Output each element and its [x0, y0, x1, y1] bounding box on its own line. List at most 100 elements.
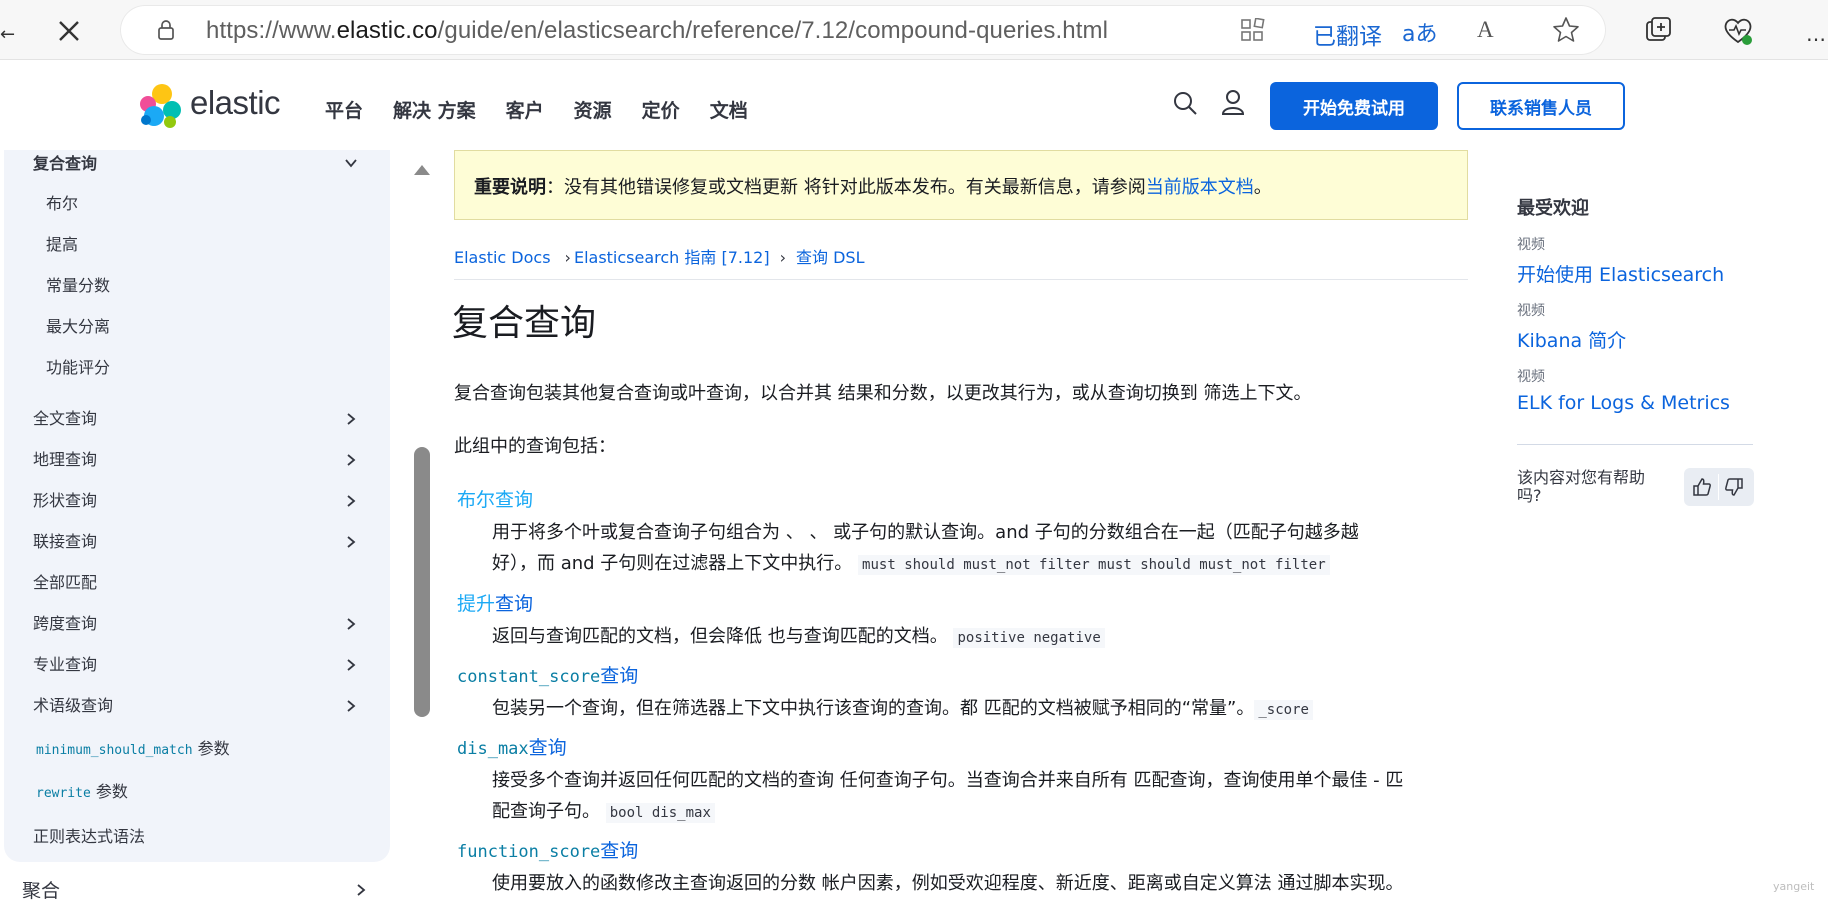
sidebar-item-bool[interactable]: 布尔 — [46, 190, 78, 214]
start-free-trial-button[interactable]: 开始免费试用 — [1270, 82, 1438, 130]
desc-text: 包装另一个查询，但在筛选器上下文中执行该查询的查询。都 匹配的文档被赋予相同的“… — [492, 698, 1255, 719]
sidebar-section-compound-queries[interactable]: 复合查询 — [33, 150, 97, 174]
boosting-query-desc: 返回与查询匹配的文档，但会降低 也与查询匹配的文档。 positive nega… — [492, 622, 1105, 648]
sidebar-item-regexp-syntax[interactable]: 正则表达式语法 — [33, 823, 145, 847]
breadcrumb-elastic-docs[interactable]: Elastic Docs — [454, 248, 551, 267]
term-code[interactable]: constant_score — [457, 667, 600, 687]
thumbs-up-icon[interactable] — [1692, 477, 1712, 497]
sidebar-item-function-score[interactable]: 功能评分 — [46, 354, 110, 378]
most-popular-title: 最受欢迎 — [1517, 198, 1589, 219]
bool-query-link[interactable]: 布尔查询 — [457, 485, 533, 512]
divider — [1718, 474, 1719, 500]
breadcrumb-sep: › — [779, 248, 787, 267]
constant-score-query-link[interactable]: constant_score查询 — [457, 661, 638, 688]
chevron-right-icon[interactable] — [344, 658, 358, 672]
inline-code: positive negative — [953, 628, 1105, 648]
nav-solutions[interactable]: 解决 方案 — [393, 96, 476, 123]
bool-query-desc-line2: 好），而 and 子句则在过滤器上下文中执行。 must should must… — [492, 549, 1330, 575]
nav-docs[interactable]: 文档 — [710, 96, 748, 123]
chevron-down-icon[interactable] — [344, 156, 358, 170]
function-score-query-desc: 使用要放入的函数修改主查询返回的分数 帐户因素，例如受欢迎程度、新近度、距离或自… — [492, 873, 1404, 894]
term-code[interactable]: dis_max — [457, 739, 529, 759]
sidebar-item-boosting[interactable]: 提高 — [46, 231, 78, 255]
search-icon[interactable] — [1172, 90, 1198, 116]
scroll-up-arrow-icon[interactable] — [413, 163, 431, 177]
url-text[interactable]: https://www.elastic.co/guide/en/elastics… — [206, 17, 1108, 45]
sidebar-item-full-text[interactable]: 全文查询 — [33, 405, 97, 429]
nav-customers[interactable]: 客户 — [506, 96, 544, 123]
term-suffix[interactable]: 查询 — [600, 665, 638, 687]
sidebar-item-aggregations[interactable]: 聚合 — [22, 876, 60, 903]
chevron-right-icon[interactable] — [344, 494, 358, 508]
chevron-right-icon[interactable] — [344, 617, 358, 631]
back-arrow-icon[interactable]: ← — [0, 24, 15, 45]
translate-icon[interactable]: aあ — [1402, 16, 1437, 48]
breadcrumb-sep: › — [564, 248, 571, 267]
param-code: minimum_should_match — [36, 743, 193, 758]
bool-query-desc-line1: 用于将多个叶或复合查询子句组合为 、 、 或子句的默认查询。and 子句的分数组… — [492, 522, 1359, 543]
breadcrumb-es-guide[interactable]: Elasticsearch 指南 [7.12] — [574, 248, 770, 267]
function-score-query-link[interactable]: function_score查询 — [457, 836, 638, 863]
chevron-right-icon[interactable] — [354, 883, 368, 897]
star-icon[interactable] — [1552, 16, 1580, 44]
chevron-right-icon[interactable] — [344, 699, 358, 713]
sidebar-item-constant-score[interactable]: 常量分数 — [46, 272, 110, 296]
sidebar-item-rewrite[interactable]: rewrite 参数 — [36, 778, 128, 802]
sidebar-item-geo[interactable]: 地理查询 — [33, 446, 97, 470]
browser-toolbar: ← https://www.elastic.co/guide/en/elasti… — [0, 0, 1828, 60]
close-icon[interactable] — [52, 14, 86, 48]
sidebar-item-minimum-should-match[interactable]: minimum_should_match 参数 — [36, 735, 230, 759]
sidebar-item-span[interactable]: 跨度查询 — [33, 610, 97, 634]
term-suffix[interactable]: 查询 — [495, 593, 533, 615]
sidebar-item-shape[interactable]: 形状查询 — [33, 487, 97, 511]
sidebar-item-dis-max[interactable]: 最大分离 — [46, 313, 110, 337]
elastic-logo-icon[interactable] — [136, 82, 184, 130]
rail-link-elk-logs[interactable]: ELK for Logs & Metrics — [1517, 392, 1730, 414]
browser-essentials-icon[interactable] — [1722, 15, 1754, 47]
inline-code: _score — [1254, 700, 1313, 720]
video-kind-label: 视频 — [1517, 369, 1545, 385]
intro-paragraph-2: 此组中的查询包括： — [454, 436, 616, 457]
logo-text[interactable]: elastic — [190, 84, 281, 122]
more-icon[interactable]: … — [1806, 22, 1826, 46]
scrollbar-thumb[interactable] — [414, 447, 430, 717]
inline-code: must should must_not filter must should … — [858, 555, 1330, 575]
current-version-link[interactable]: 当前版本文档 — [1146, 177, 1254, 198]
sidebar-item-term-level[interactable]: 术语级查询 — [33, 692, 113, 716]
nav-pricing[interactable]: 定价 — [642, 96, 680, 123]
rail-link-kibana-intro[interactable]: Kibana 简介 — [1517, 326, 1626, 353]
contact-sales-button[interactable]: 联系销售人员 — [1457, 82, 1625, 130]
term-code[interactable]: function_score — [457, 842, 600, 862]
sidebar-item-specialized[interactable]: 专业查询 — [33, 651, 97, 675]
apps-icon[interactable] — [1240, 18, 1266, 44]
chevron-right-icon[interactable] — [344, 412, 358, 426]
boosting-query-link[interactable]: 提升查询 — [457, 589, 533, 616]
rail-link-get-started[interactable]: 开始使用 Elasticsearch — [1517, 260, 1724, 287]
notice-text: ：没有其他错误修复或文档更新 将针对此版本发布。有关最新信息，请参阅 — [546, 177, 1146, 198]
constant-score-query-desc: 包装另一个查询，但在筛选器上下文中执行该查询的查询。都 匹配的文档被赋予相同的“… — [492, 694, 1313, 720]
desc-text: 配查询子句。 — [492, 801, 600, 822]
address-bar[interactable]: https://www.elastic.co/guide/en/elastics… — [120, 5, 1606, 55]
dis-max-query-link[interactable]: dis_max查询 — [457, 733, 567, 760]
thumbs-down-icon[interactable] — [1724, 477, 1744, 497]
sidebar-item-match-all[interactable]: 全部匹配 — [33, 569, 97, 593]
chevron-right-icon[interactable] — [344, 535, 358, 549]
breadcrumb-query-dsl[interactable]: 查询 DSL — [796, 248, 864, 267]
site-header: elastic 平台 解决 方案 客户 资源 定价 文档 开始免费试用 联系销售… — [0, 60, 1828, 150]
translated-label[interactable]: 已翻译 — [1313, 17, 1382, 51]
docs-sidebar: 复合查询 布尔 提高 常量分数 最大分离 功能评分 全文查询 地理查询 形状查询… — [4, 150, 390, 862]
lock-icon[interactable] — [154, 18, 178, 42]
nav-resources[interactable]: 资源 — [574, 96, 612, 123]
term-suffix[interactable]: 查询 — [600, 840, 638, 862]
param-code: rewrite — [36, 786, 91, 801]
read-aloud-icon[interactable]: A — [1477, 17, 1494, 43]
user-icon[interactable] — [1220, 88, 1246, 116]
term-label[interactable]: 提升 — [457, 593, 495, 615]
term-label[interactable]: 布尔查询 — [457, 489, 533, 511]
sidebar-item-joining[interactable]: 联接查询 — [33, 528, 97, 552]
collections-icon[interactable] — [1644, 15, 1674, 45]
term-suffix[interactable]: 查询 — [529, 737, 567, 759]
nav-platform[interactable]: 平台 — [325, 96, 363, 123]
param-label: 参数 — [197, 739, 230, 758]
chevron-right-icon[interactable] — [344, 453, 358, 467]
